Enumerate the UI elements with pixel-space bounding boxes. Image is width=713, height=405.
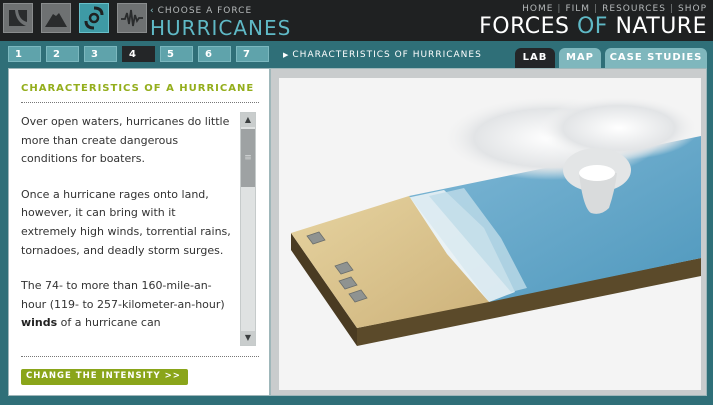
divider — [21, 102, 259, 103]
nav-resources[interactable]: RESOURCES — [602, 4, 666, 14]
paragraph: Once a hurricane rages onto land, howeve… — [21, 187, 231, 257]
text-scrollbar[interactable]: ▲ ≡ ▼ — [240, 112, 256, 346]
step-tab-7[interactable]: 7 — [236, 46, 269, 62]
nav-shop[interactable]: SHOP — [678, 4, 707, 14]
tab-case-studies[interactable]: CASE STUDIES — [605, 48, 707, 68]
tab-map[interactable]: MAP — [559, 48, 601, 68]
chevron-left-icon: ‹ — [150, 6, 155, 16]
top-bar: ‹ CHOOSE A FORCE HURRICANES HOME | FILM | RES… — [0, 0, 713, 41]
step-tab-5[interactable]: 5 — [160, 46, 193, 62]
nav-film[interactable]: FILM — [565, 4, 590, 14]
paragraph: Over open waters, hurricanes do little m… — [21, 115, 230, 166]
change-intensity-button[interactable]: CHANGE THE INTENSITY >> — [21, 369, 188, 385]
step-tab-2[interactable]: 2 — [46, 46, 79, 62]
nav-separator: | — [594, 4, 599, 14]
step-strip: 1 2 3 4 5 6 7 ▶ CHARACTERISTICS OF HURRIC… — [0, 41, 713, 68]
scroll-thumb[interactable]: ≡ — [241, 129, 255, 187]
volcano-icon[interactable] — [41, 3, 71, 33]
hurricane-illustration — [291, 96, 701, 346]
hurricane-icon[interactable] — [79, 3, 109, 33]
lab-viewport — [270, 68, 707, 396]
step-tab-3[interactable]: 3 — [84, 46, 117, 62]
nav-separator: | — [557, 4, 562, 14]
hurricane-scene[interactable] — [279, 78, 701, 390]
top-nav: HOME | FILM | RESOURCES | SHOP — [522, 4, 707, 14]
info-panel: CHARACTERISTICS OF A HURRICANE Over open… — [8, 68, 270, 396]
breadcrumb: ▶ CHARACTERISTICS OF HURRICANES — [283, 50, 482, 60]
brand-logo: FORCES OF NATURE — [479, 14, 707, 39]
scroll-up-icon[interactable]: ▲ — [241, 113, 255, 127]
earthquake-icon[interactable] — [3, 3, 33, 33]
scroll-down-icon[interactable]: ▼ — [241, 331, 255, 345]
force-title: HURRICANES — [150, 16, 292, 40]
tab-lab[interactable]: LAB — [515, 48, 555, 68]
step-tab-4[interactable]: 4 — [122, 46, 155, 62]
step-tab-1[interactable]: 1 — [8, 46, 41, 62]
section-title: CHARACTERISTICS OF A HURRICANE — [21, 83, 255, 94]
article-text: Over open waters, hurricanes do little m… — [21, 113, 233, 344]
paragraph: The 74- to more than 160-mile-an-hour (1… — [21, 279, 225, 330]
step-tab-6[interactable]: 6 — [198, 46, 231, 62]
divider — [21, 356, 259, 357]
nav-home[interactable]: HOME — [522, 4, 553, 14]
triangle-right-icon: ▶ — [283, 51, 290, 59]
nav-separator: | — [669, 4, 674, 14]
choose-force-link[interactable]: ‹ CHOOSE A FORCE — [150, 6, 252, 16]
seismograph-icon[interactable] — [117, 3, 147, 33]
